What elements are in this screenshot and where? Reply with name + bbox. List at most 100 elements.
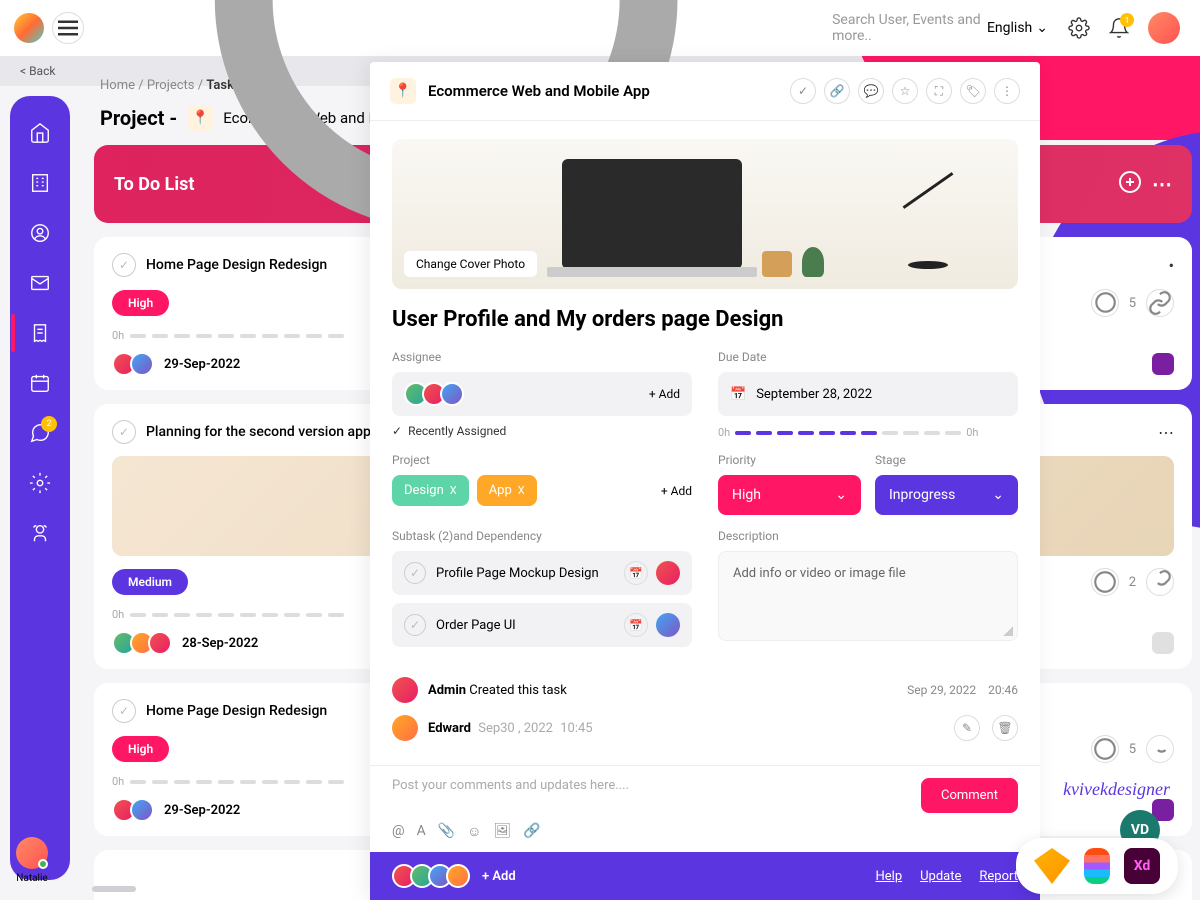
priority-chip: High [112,736,169,762]
edit-icon[interactable]: ✎ [954,715,980,741]
attach-icon[interactable]: 📎 [438,823,455,840]
add-assignee-button[interactable]: + Add [649,387,680,401]
remove-tag-icon[interactable]: X [450,484,457,497]
link-icon[interactable] [1146,735,1174,763]
language-selector[interactable]: English ⌄ [987,20,1048,36]
sidebar-user-profile[interactable]: Natalie [16,837,48,884]
figma-logo [1084,848,1110,884]
notifications-icon[interactable]: 1 [1108,17,1130,39]
sidebar-receipt-icon[interactable] [29,322,51,344]
link-icon[interactable]: 🔗 [824,78,850,104]
comment-composer: Post your comments and updates here.... … [370,765,1040,852]
tag-icon[interactable]: 🏷 [960,78,986,104]
more-icon[interactable]: ⋯ [1152,172,1172,196]
check-icon[interactable]: ✓ [790,78,816,104]
calendar-icon[interactable]: 📅 [624,613,648,637]
due-progress: 0h 0h [718,426,1018,439]
sidebar-gear-icon[interactable] [29,472,51,494]
xd-logo: Xd [1124,848,1160,884]
comment-icon[interactable] [1091,289,1119,317]
app-logo[interactable] [14,13,44,43]
subtask-item[interactable]: ✓ Profile Page Mockup Design 📅 [392,551,692,595]
chevron-down-icon: ⌄ [1036,20,1048,36]
assignee-field[interactable]: + Add [392,372,692,416]
designer-credit: kvivekdesigner [1063,779,1170,800]
activity-log: Admin Created this task Sep 29, 202220:4… [392,671,1018,747]
sidebar-mail-icon[interactable] [29,272,51,294]
comment-icon[interactable] [1091,735,1119,763]
footer-add-button[interactable]: + Add [482,869,516,884]
more-icon[interactable]: ⋮ [994,78,1020,104]
checkbox-icon[interactable]: ✓ [404,614,426,636]
menu-toggle-button[interactable] [52,12,84,44]
emoji-icon[interactable]: ☺ [467,823,481,840]
star-icon[interactable]: ☆ [892,78,918,104]
chat-icon[interactable]: 💬 [858,78,884,104]
chevron-down-icon: ⌄ [835,487,847,503]
tag-app[interactable]: AppX [477,475,537,506]
priority-select[interactable]: High⌄ [718,475,861,515]
online-indicator [38,859,48,869]
priority-chip: Medium [112,569,188,595]
activity-item: Edward Sep30 , 2022 10:45 ✎ 🗑 [392,709,1018,747]
more-icon[interactable]: ⋯ [1158,423,1174,442]
comment-icon[interactable] [1091,568,1119,596]
panel-header: 📍 Ecommerce Web and Mobile App ✓ 🔗 💬 ☆ ⛶… [370,62,1040,121]
notification-badge: 1 [1120,13,1134,27]
add-tag-button[interactable]: + Add [661,484,692,498]
checkbox-icon[interactable]: ✓ [112,699,136,723]
calendar-icon: 📅 [730,387,746,402]
comment-input[interactable]: Post your comments and updates here.... [392,778,909,793]
checkbox-icon[interactable]: ✓ [112,420,136,444]
sidebar-chat-icon[interactable]: 2 [29,422,51,444]
topbar: Search User, Events and more.. English ⌄… [0,0,1200,56]
link-icon[interactable] [1146,568,1174,596]
description-field[interactable]: Add info or video or image file [718,551,1018,641]
expand-icon[interactable]: ⛶ [926,78,952,104]
checkbox-icon[interactable]: ✓ [404,562,426,584]
panel-footer: + Add Help Update Report [370,852,1040,900]
sidebar-home-icon[interactable] [29,122,51,144]
more-icon[interactable]: • [1169,256,1174,275]
activity-item: Admin Created this task Sep 29, 202220:4… [392,671,1018,709]
mention-icon[interactable]: @ [392,823,405,840]
help-link[interactable]: Help [875,869,902,884]
add-task-button[interactable] [1118,170,1142,199]
link-icon[interactable] [1146,289,1174,317]
app-badge [1152,632,1174,654]
change-cover-button[interactable]: Change Cover Photo [404,251,537,277]
due-date-field[interactable]: 📅 September 28, 2022 [718,372,1018,416]
image-icon[interactable]: 🖼 [493,823,511,840]
cover-image: Change Cover Photo [392,139,1018,289]
avatar [392,715,418,741]
text-format-icon[interactable]: A [417,823,426,840]
task-detail-panel: 📍 Ecommerce Web and Mobile App ✓ 🔗 💬 ☆ ⛶… [370,62,1040,900]
remove-tag-icon[interactable]: X [518,484,525,497]
stage-select[interactable]: Inprogress⌄ [875,475,1018,515]
settings-icon[interactable] [1068,17,1090,39]
report-link[interactable]: Report [979,869,1018,884]
assignee-avatars[interactable] [112,798,154,822]
recently-assigned: Recently Assigned [392,424,692,438]
update-link[interactable]: Update [920,869,961,884]
user-avatar[interactable] [1148,12,1180,44]
assignee-avatars[interactable] [112,631,172,655]
sidebar-user-icon[interactable] [29,222,51,244]
link-icon[interactable]: 🔗 [523,823,540,840]
chat-badge: 2 [41,416,57,432]
avatar [656,613,680,637]
calendar-icon[interactable]: 📅 [624,561,648,585]
delete-icon[interactable]: 🗑 [992,715,1018,741]
task-name: User Profile and My orders page Design [392,307,1018,332]
sidebar: 2 [10,96,70,880]
app-badge [1152,353,1174,375]
sidebar-support-icon[interactable] [29,522,51,544]
sidebar-building-icon[interactable] [29,172,51,194]
comment-button[interactable]: Comment [921,778,1018,813]
tag-design[interactable]: DesignX [392,475,469,506]
pin-icon: 📍 [390,78,416,104]
sidebar-calendar-icon[interactable] [29,372,51,394]
subtask-item[interactable]: ✓ Order Page UI 📅 [392,603,692,647]
scrollbar[interactable] [92,886,136,892]
sidebar-user-name: Natalie [16,873,48,884]
